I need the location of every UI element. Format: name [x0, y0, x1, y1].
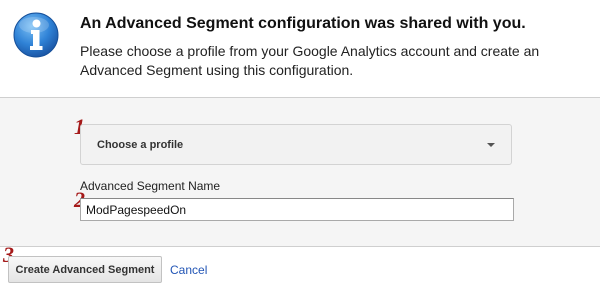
info-icon	[13, 12, 59, 58]
segment-name-input[interactable]	[80, 198, 514, 221]
caret-down-icon	[487, 143, 495, 147]
cancel-link[interactable]: Cancel	[170, 263, 207, 277]
profile-select[interactable]: Choose a profile	[80, 124, 512, 165]
create-advanced-segment-button[interactable]: Create Advanced Segment	[8, 256, 162, 283]
segment-name-label: Advanced Segment Name	[80, 179, 221, 193]
dialog-description: Please choose a profile from your Google…	[80, 43, 540, 78]
form-area	[0, 98, 600, 246]
profile-select-value: Choose a profile	[97, 139, 184, 151]
dialog-title: An Advanced Segment configuration was sh…	[80, 15, 526, 32]
header: An Advanced Segment configuration was sh…	[0, 0, 600, 98]
